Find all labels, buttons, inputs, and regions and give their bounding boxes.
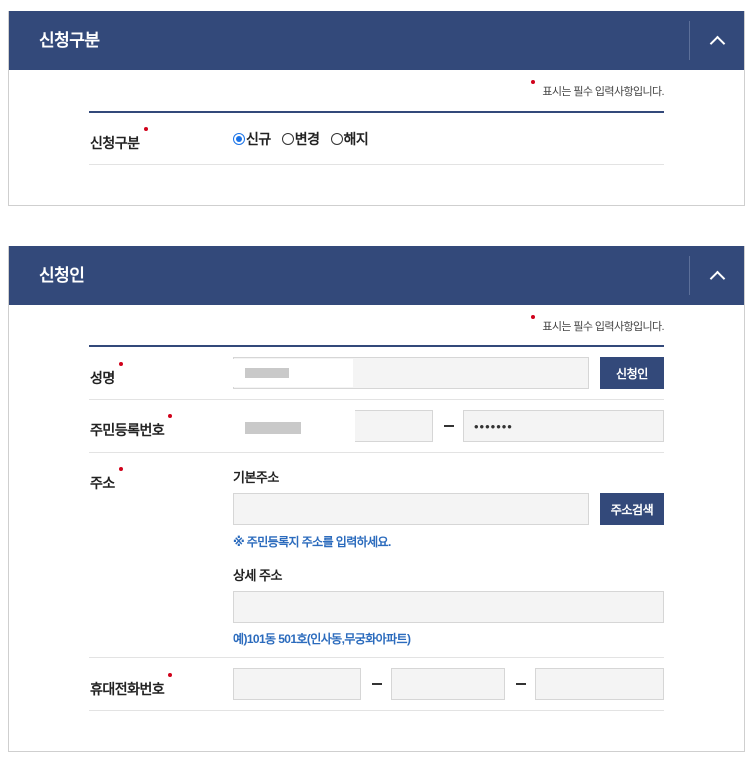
application-type-title: 신청구분 [39,31,100,50]
radio-cancel-label: 해지 [343,131,369,147]
chevron-up-icon [709,270,725,287]
detail-address-label: 상세 주소 [233,568,282,583]
required-dot-icon [143,127,148,131]
phone-row: 휴대전화번호 [89,658,664,711]
address-search-button[interactable]: 주소검색 [600,493,664,525]
address-row: 주소 기본주소 주소검색 ※ 주민등록지 주소를 입력하세요. 상세 주소 예)… [89,453,664,658]
chevron-up-icon [709,35,725,52]
collapse-button[interactable] [689,256,744,295]
name-label-text: 성명 [90,370,115,386]
radio-cancel[interactable]: 해지 [330,129,369,149]
rrn-back-masked: ••••••• [474,418,513,434]
detail-address-input[interactable] [233,591,664,623]
applicant-panel: 신청인 표시는 필수 입력사항입니다. 성명 신청인 주민등록번호 ••••••… [8,246,745,752]
name-label: 성명 [90,362,123,388]
application-type-form: 신청구분 신규 변경 해지 [89,111,664,165]
required-dot-icon [118,467,123,471]
dash-separator [372,683,382,685]
required-dot-icon [168,673,173,677]
basic-address-input[interactable] [233,493,589,525]
required-note: 표시는 필수 입력사항입니다. [531,80,665,99]
address-label-text: 주소 [90,475,115,491]
address-label: 주소 [90,467,123,493]
phone-label: 휴대전화번호 [90,673,173,699]
required-dot-icon [531,315,536,319]
applicant-header: 신청인 [9,246,744,305]
application-type-radio-group: 신규 변경 해지 [233,129,379,149]
radio-checked-icon[interactable] [233,133,245,145]
required-note: 표시는 필수 입력사항입니다. [531,315,665,334]
phone-label-text: 휴대전화번호 [90,681,165,697]
rrn-label: 주민등록번호 [90,414,173,440]
rrn-row: 주민등록번호 ••••••• [89,400,664,453]
required-dot-icon [118,362,123,366]
required-dot-icon [531,80,536,84]
collapse-button[interactable] [689,21,744,60]
basic-address-label: 기본주소 [233,470,279,485]
application-type-label: 신청구분 [90,127,148,153]
required-note-text: 표시는 필수 입력사항입니다. [542,321,664,333]
radio-unchecked-icon[interactable] [281,133,294,145]
basic-address-hint: ※ 주민등록지 주소를 입력하세요. [233,535,391,549]
radio-new[interactable]: 신규 [233,129,271,149]
application-type-row: 신청구분 신규 변경 해지 [89,113,664,165]
application-type-label-text: 신청구분 [90,135,140,151]
dash-separator [444,425,454,427]
phone-first-input[interactable] [233,668,361,700]
application-type-header: 신청구분 [9,11,744,70]
redacted-rrn [233,400,355,444]
radio-change-label: 변경 [294,131,320,147]
phone-last-input[interactable] [535,668,664,700]
applicant-button[interactable]: 신청인 [600,357,664,389]
applicant-title: 신청인 [39,266,85,285]
application-type-panel: 신청구분 표시는 필수 입력사항입니다. 신청구분 신규 변경 해지 [8,11,745,206]
radio-change[interactable]: 변경 [281,129,320,149]
dash-separator [516,683,526,685]
required-note-text: 표시는 필수 입력사항입니다. [542,86,664,98]
rrn-label-text: 주민등록번호 [90,422,165,438]
radio-unchecked-icon[interactable] [330,133,343,145]
name-row: 성명 신청인 [89,347,664,400]
redacted-name [233,359,353,387]
phone-middle-input[interactable] [391,668,505,700]
applicant-form: 성명 신청인 주민등록번호 ••••••• 주소 기본주소 주소검색 ※ 주민등… [89,345,664,711]
radio-new-label: 신규 [246,131,271,147]
required-dot-icon [168,414,173,418]
rrn-back-input[interactable]: ••••••• [463,410,664,442]
detail-address-hint: 예)101동 501호(인사동,무궁화아파트) [233,632,411,646]
